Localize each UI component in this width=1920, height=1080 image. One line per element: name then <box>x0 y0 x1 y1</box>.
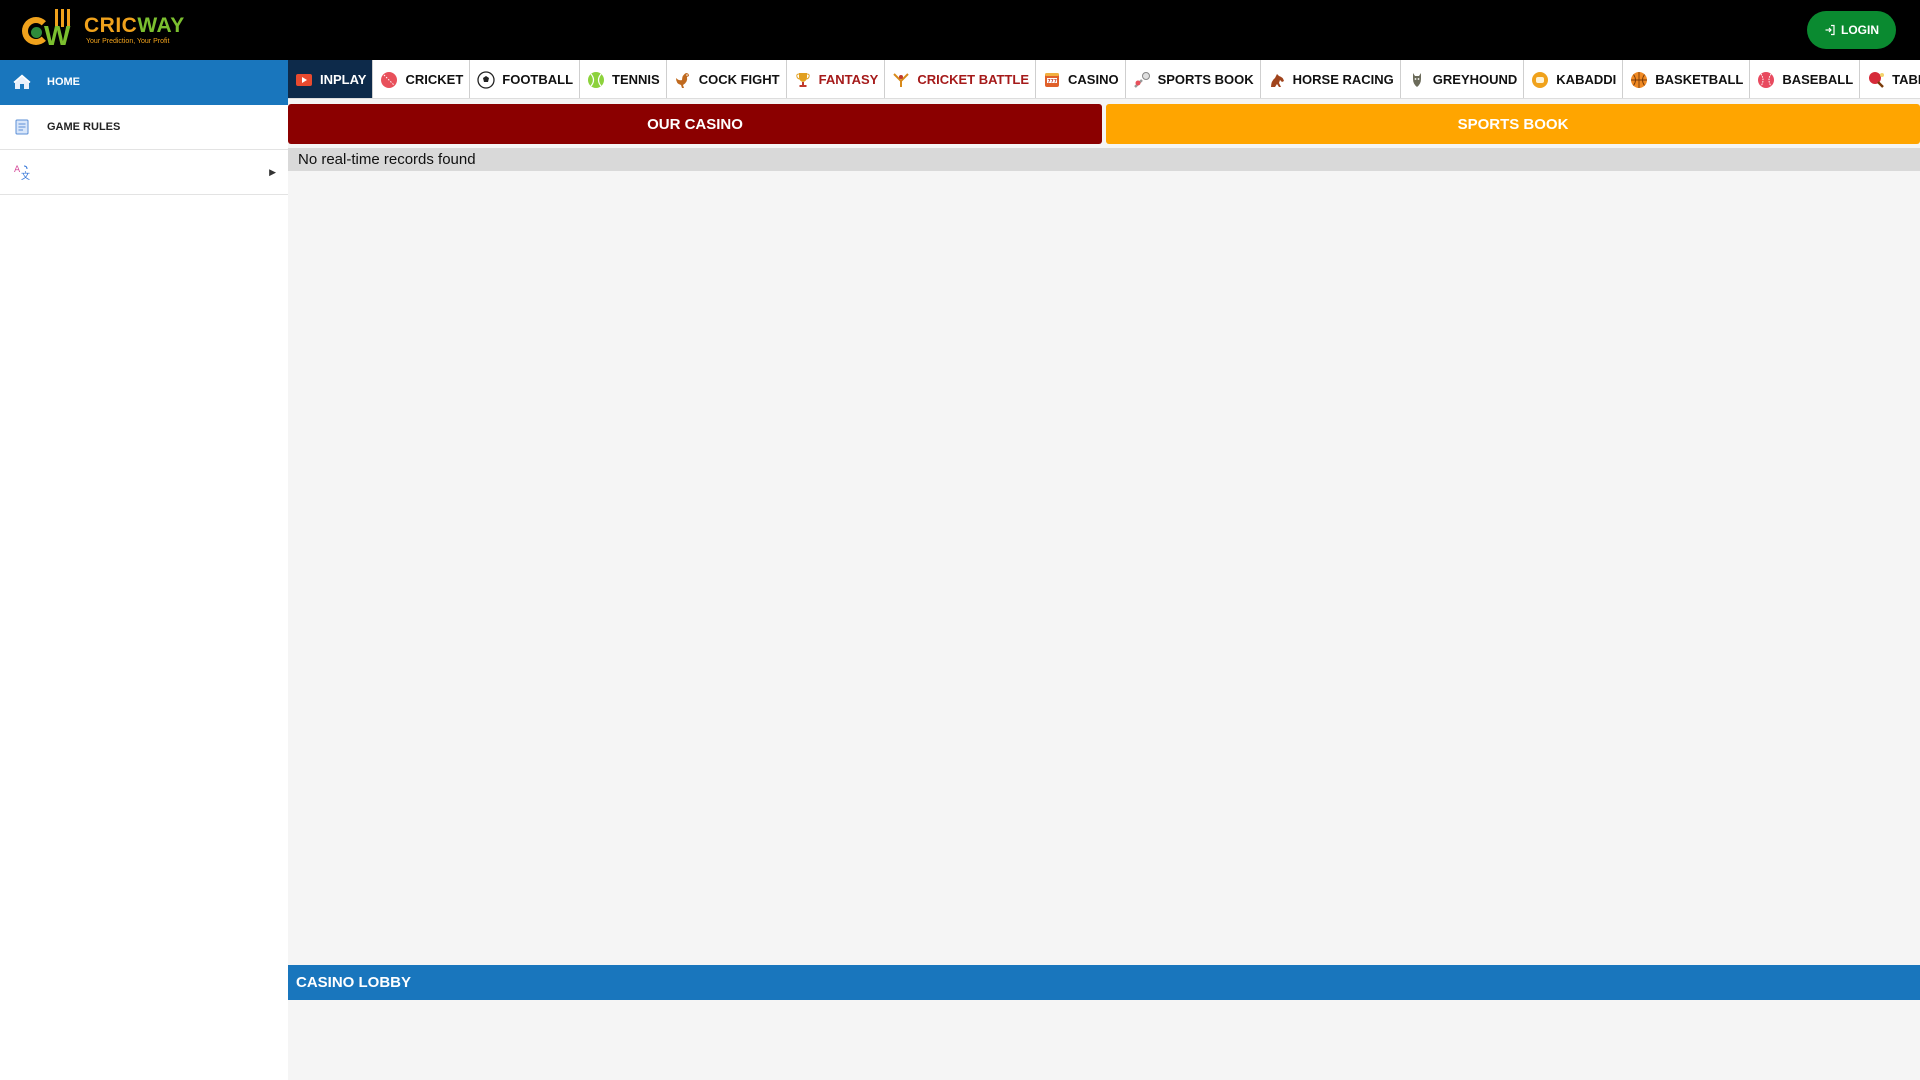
tab-label: BASEBALL <box>1782 72 1854 87</box>
brand-tagline: Your Prediction, Your Profit <box>86 37 170 45</box>
tab-label: TENNIS <box>612 72 660 87</box>
logo-mark-icon: W <box>22 9 80 51</box>
baseball-icon <box>1756 70 1776 90</box>
greyhound-icon <box>1407 70 1427 90</box>
our-casino-button[interactable]: OUR CASINO <box>288 104 1102 144</box>
sidebar: HOME GAME RULES A文 ▶ <box>0 60 288 1080</box>
tab-label: CRICKET <box>405 72 464 87</box>
sidebar-item-label: HOME <box>47 76 80 88</box>
language-icon: A文 <box>12 162 32 182</box>
basketball-icon <box>1629 70 1649 90</box>
sidebar-item-game-rules[interactable]: GAME RULES <box>0 105 288 150</box>
trophy-icon <box>793 70 813 90</box>
tab-basketball[interactable]: BASKETBALL <box>1623 60 1751 98</box>
brand-name: CRICWAY <box>84 13 185 37</box>
cricket-ball-icon <box>379 70 399 90</box>
expand-arrow-icon[interactable]: ▶ <box>269 167 276 178</box>
tab-label: CASINO <box>1068 72 1119 87</box>
tab-label: INPLAY <box>320 72 367 87</box>
inplay-icon <box>294 70 314 90</box>
tab-cricket-battle[interactable]: CRICKET BATTLE <box>885 60 1037 98</box>
sports-book-button[interactable]: SPORTS BOOK <box>1106 104 1920 144</box>
casino-sportsbook-buttons: OUR CASINO SPORTS BOOK <box>288 104 1920 144</box>
casino-lobby-header: CASINO LOBBY <box>288 965 1920 1000</box>
table-tennis-icon <box>1866 70 1886 90</box>
login-button[interactable]: LOGIN <box>1807 11 1896 49</box>
tab-label: HORSE RACING <box>1292 72 1394 87</box>
tab-greyhound[interactable]: GREYHOUND <box>1401 60 1525 98</box>
tab-label: COCK FIGHT <box>698 72 780 87</box>
horse-icon <box>1267 70 1287 90</box>
football-icon <box>476 70 496 90</box>
home-icon <box>12 72 32 92</box>
casino-icon: 777 <box>1042 70 1062 90</box>
tab-label: GREYHOUND <box>1432 72 1518 87</box>
svg-text:777: 777 <box>1048 78 1057 84</box>
tab-kabaddi[interactable]: KABADDI <box>1524 60 1624 98</box>
brand-logo[interactable]: W CRICWAY Your Prediction, Your Profit <box>22 8 185 52</box>
empty-records-message: No real-time records found <box>288 148 1920 171</box>
svg-text:A: A <box>14 165 21 175</box>
main-content-area <box>288 171 1920 965</box>
sports-book-icon <box>1132 70 1152 90</box>
tab-cock-fight[interactable]: COCK FIGHT <box>667 60 787 98</box>
tab-label: TABLE TENNIS <box>1892 72 1920 87</box>
top-header: W CRICWAY Your Prediction, Your Profit L… <box>0 0 1920 60</box>
tab-label: SPORTS BOOK <box>1157 72 1254 87</box>
logo-text: CRICWAY Your Prediction, Your Profit <box>84 13 185 46</box>
kabaddi-icon <box>1530 70 1550 90</box>
login-label: LOGIN <box>1841 23 1879 37</box>
sports-nav: INPLAY CRICKET FOOTBALL TENNIS COCK FIGH… <box>288 60 1920 99</box>
tab-tennis[interactable]: TENNIS <box>580 60 667 98</box>
sidebar-item-home[interactable]: HOME <box>0 60 288 105</box>
tab-sports-book[interactable]: SPORTS BOOK <box>1126 60 1261 98</box>
tab-label: BASKETBALL <box>1655 72 1744 87</box>
tab-inplay[interactable]: INPLAY <box>288 60 374 98</box>
sidebar-item-language[interactable]: A文 ▶ <box>0 150 288 195</box>
tab-casino[interactable]: 777 CASINO <box>1036 60 1126 98</box>
tab-cricket[interactable]: CRICKET <box>373 60 471 98</box>
tab-football[interactable]: FOOTBALL <box>470 60 581 98</box>
tab-table-tennis[interactable]: TABLE TENNIS <box>1860 60 1920 98</box>
sidebar-item-label: GAME RULES <box>47 121 121 133</box>
svg-text:文: 文 <box>21 170 30 181</box>
cricket-battle-icon <box>891 70 911 90</box>
casino-lobby-content <box>288 1000 1920 1080</box>
tab-baseball[interactable]: BASEBALL <box>1750 60 1861 98</box>
rooster-icon <box>673 70 693 90</box>
tab-fantasy[interactable]: FANTASY <box>787 60 886 98</box>
tab-label: KABADDI <box>1556 72 1617 87</box>
tab-label: CRICKET BATTLE <box>917 72 1030 87</box>
tennis-ball-icon <box>586 70 606 90</box>
tab-horse-racing[interactable]: HORSE RACING <box>1261 60 1401 98</box>
login-icon <box>1825 24 1835 36</box>
tab-label: FOOTBALL <box>502 72 574 87</box>
rules-icon <box>12 117 32 137</box>
tab-label: FANTASY <box>818 72 879 87</box>
